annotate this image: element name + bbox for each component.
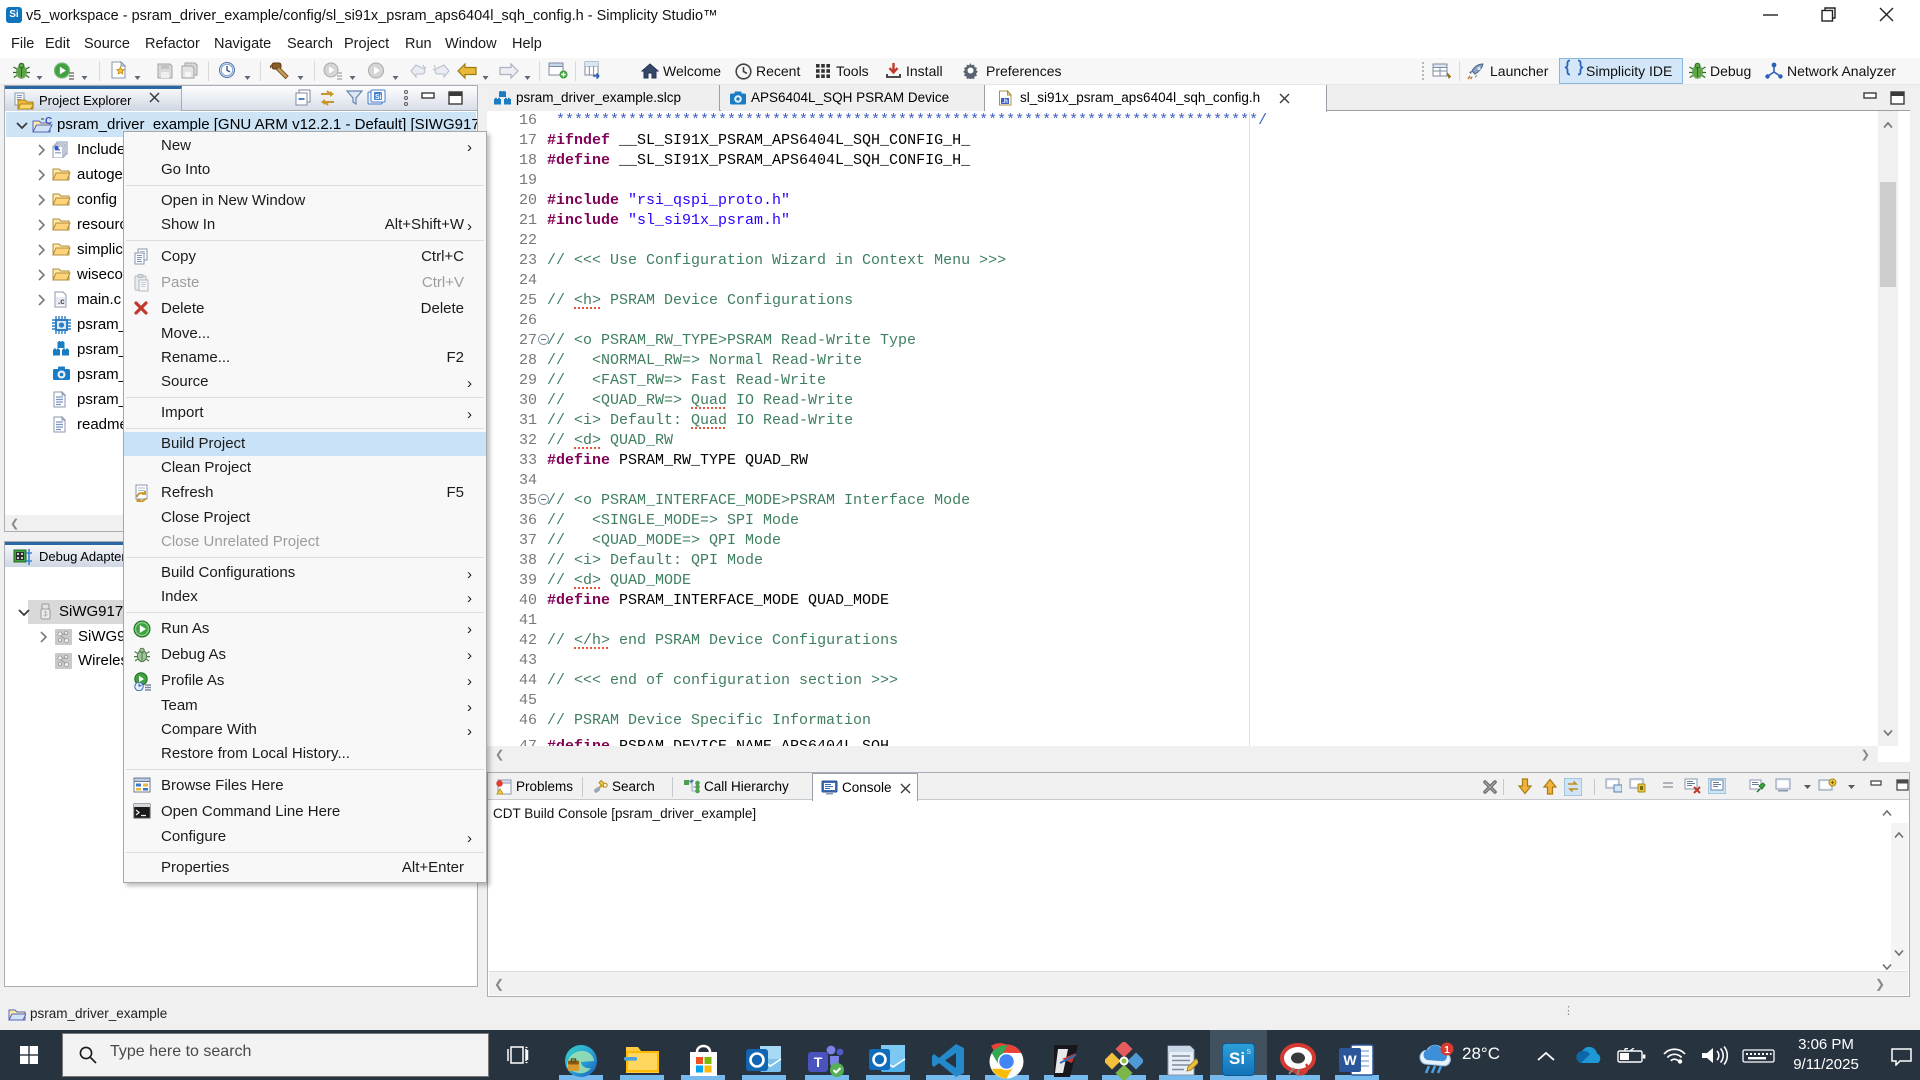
svg-text:W: W <box>1343 1052 1357 1068</box>
svg-text:.c: .c <box>58 297 65 306</box>
svg-text:Si: Si <box>375 94 382 101</box>
svg-text:T: T <box>814 1054 823 1070</box>
svg-text:C: C <box>45 116 52 127</box>
svg-text:1: 1 <box>1444 1045 1450 1056</box>
svg-text:.h: .h <box>1002 98 1008 105</box>
